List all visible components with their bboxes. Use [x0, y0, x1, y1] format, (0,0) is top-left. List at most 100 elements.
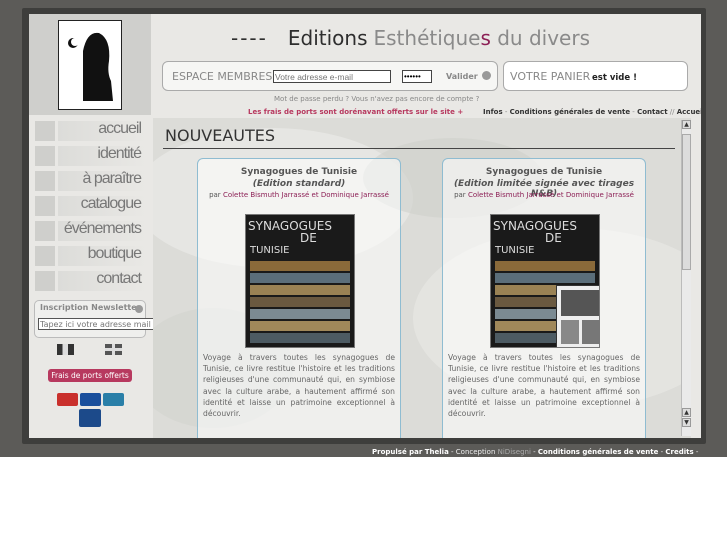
top-links: Infos - Conditions générales de vente - … — [483, 108, 701, 116]
print-photo — [582, 320, 599, 344]
nav-boutique[interactable]: boutique — [29, 243, 151, 268]
scroll-down-arrow-icon[interactable]: ▼ — [682, 418, 691, 427]
footer-sep: - Conception — [448, 448, 498, 456]
link-cgv[interactable]: Conditions générales de vente — [510, 108, 630, 116]
footer-design-link[interactable]: NiDisegni — [498, 448, 531, 456]
link-accueil-boutique[interactable]: Accueil boutique — [677, 108, 701, 116]
product-title[interactable]: Synagogues de Tunisie — [443, 167, 645, 177]
member-login-box: ESPACE MEMBRES Valider — [162, 61, 498, 91]
cover-strip — [250, 261, 350, 271]
title-sub-part1: Esthétique — [373, 26, 481, 50]
footer-credits-link[interactable]: Credits — [665, 448, 693, 456]
shipping-notice-link[interactable]: Les frais de ports sont dorénavant offer… — [248, 108, 463, 116]
print-photo — [561, 320, 579, 344]
footer-sep: - — [530, 448, 538, 456]
title-sub: Esthétiques du divers — [374, 26, 591, 50]
nav-a-paraitre[interactable]: à paraître — [29, 168, 151, 193]
cart-label: VOTRE PANIER — [510, 70, 591, 83]
nav-label: boutique — [87, 245, 142, 262]
lcl-icon — [79, 409, 101, 427]
newsletter-submit-button[interactable] — [135, 305, 143, 313]
by-prefix: par — [209, 191, 221, 199]
by-prefix: par — [454, 191, 466, 199]
cover-sub: DE — [300, 231, 317, 245]
cover-strip — [495, 261, 595, 271]
link-contact[interactable]: Contact — [637, 108, 668, 116]
product-cover-image[interactable]: SYNAGOGUES DE TUNISIE — [490, 214, 600, 348]
english-flag-icon[interactable] — [105, 344, 122, 355]
cb-icon — [103, 393, 124, 406]
nav-label: contact — [96, 270, 142, 287]
nav-label: identité — [97, 145, 142, 162]
nav-label: à paraître — [82, 170, 142, 187]
product-description: Voyage à travers toutes les synagogues d… — [448, 353, 640, 419]
product-card[interactable]: Synagogues de Tunisie (Edition standard)… — [197, 158, 401, 438]
section-divider — [163, 148, 675, 149]
footer-sep: - — [693, 448, 699, 456]
cover-strip — [250, 333, 350, 343]
author-link[interactable]: Colette Bismuth Jarrassé et Dominique Ja… — [468, 191, 634, 199]
french-flag-icon[interactable] — [57, 344, 74, 355]
nav-contact[interactable]: contact — [29, 268, 151, 293]
product-cover-image[interactable]: SYNAGOGUES DE TUNISIE — [245, 214, 355, 348]
product-authors: par Colette Bismuth Jarrassé et Dominiqu… — [443, 191, 645, 199]
footer-cgv-link[interactable]: Conditions générales de vente — [538, 448, 658, 456]
title-main: Editions — [287, 26, 368, 50]
product-description: Voyage à travers toutes les synagogues d… — [203, 353, 395, 419]
nav-accueil[interactable]: accueil — [29, 118, 151, 143]
nav-square — [35, 271, 55, 291]
mastercard-icon — [57, 393, 78, 406]
nav-square — [35, 246, 55, 266]
validate-icon[interactable] — [482, 71, 491, 80]
title-dashes: ---- — [231, 26, 268, 50]
logo[interactable] — [58, 20, 122, 110]
nav-evenements[interactable]: événements — [29, 218, 151, 243]
visa-icon — [80, 393, 101, 406]
footer: Propulsé par Thelia - Conception NiDiseg… — [372, 448, 698, 456]
cover-strip — [250, 297, 350, 307]
validate-button[interactable]: Valider — [446, 72, 478, 81]
scroll-up-arrow-icon[interactable]: ▲ — [682, 120, 691, 129]
signed-print-insert — [556, 285, 599, 347]
print-photo — [561, 290, 599, 316]
cart-status: est vide ! — [592, 73, 637, 83]
nav-identite[interactable]: identité — [29, 143, 151, 168]
site-title: ---- Editions Esthétiques du divers — [231, 26, 590, 50]
password-help-links[interactable]: Mot de passe perdu ? Vous n'avez pas enc… — [274, 95, 479, 103]
nav-square — [35, 221, 55, 241]
cover-strip — [250, 285, 350, 295]
product-title[interactable]: Synagogues de Tunisie — [198, 167, 400, 177]
nav-square — [35, 121, 55, 141]
password-field[interactable] — [402, 70, 432, 83]
free-shipping-button[interactable]: Frais de ports offerts — [48, 369, 132, 382]
cover-sub: DE — [545, 231, 562, 245]
product-edition: (Edition standard) — [252, 179, 346, 189]
nav-square — [35, 196, 55, 216]
cover-strip — [250, 273, 350, 283]
content-scrollbar[interactable]: ▲ ▲ ▼ — [681, 120, 691, 436]
product-card[interactable]: Synagogues de Tunisie (Edition limitée s… — [442, 158, 646, 438]
scroll-thumb[interactable] — [682, 134, 691, 270]
member-label: ESPACE MEMBRES — [172, 70, 273, 83]
nav-catalogue[interactable]: catalogue — [29, 193, 151, 218]
logo-area — [29, 14, 151, 115]
newsletter-email-input[interactable] — [38, 318, 158, 330]
link-infos[interactable]: Infos — [483, 108, 503, 116]
footer-powered-link[interactable]: Propulsé par Thelia — [372, 448, 449, 456]
site-container: accueil identité à paraître catalogue év… — [29, 14, 701, 438]
author-link[interactable]: Colette Bismuth Jarrassé et Dominique Ja… — [223, 191, 389, 199]
cover-strip — [250, 309, 350, 319]
main-navigation: accueil identité à paraître catalogue év… — [29, 118, 151, 293]
nav-label: événements — [63, 220, 142, 237]
main-content: NOUVEAUTES Synagogues de Tunisie (Editio… — [153, 118, 691, 438]
nav-square — [35, 146, 55, 166]
section-title: NOUVEAUTES — [165, 126, 276, 145]
title-sub-part2: du divers — [497, 26, 590, 50]
newsletter-title: Inscription Newsletter — [40, 303, 141, 312]
cover-country: TUNISIE — [495, 245, 535, 256]
email-field[interactable] — [273, 70, 391, 83]
cover-country: TUNISIE — [250, 245, 290, 256]
scroll-up-arrow-icon[interactable]: ▲ — [682, 408, 691, 417]
title-accent: s — [480, 26, 491, 50]
cart-box[interactable]: VOTRE PANIER est vide ! — [503, 61, 688, 91]
